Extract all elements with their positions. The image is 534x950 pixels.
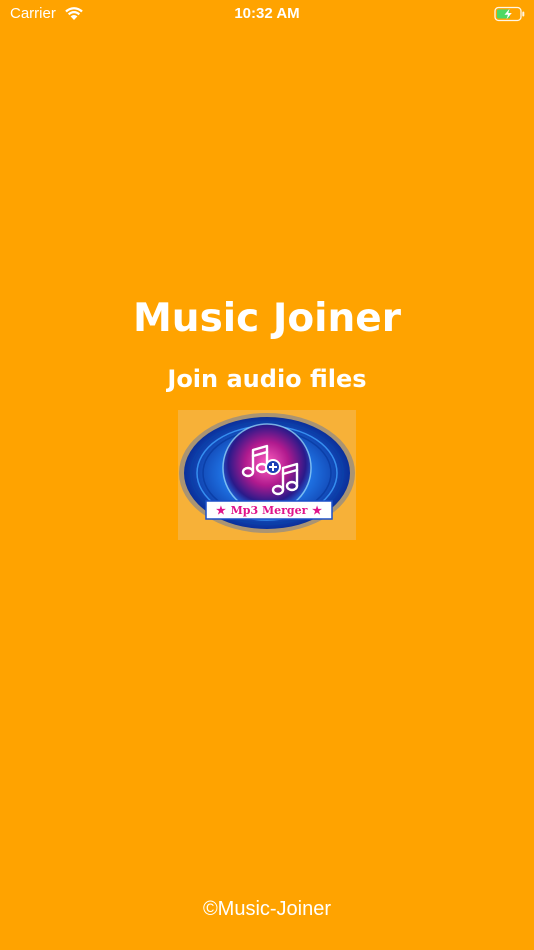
status-bar: Carrier 10:32 AM — [0, 0, 534, 28]
copyright-text: ©Music-Joiner — [202, 898, 332, 920]
app-title: Music Joiner — [133, 296, 401, 341]
logo-banner: ★ Mp3 Merger ★ — [206, 501, 332, 519]
banner-star-right: ★ — [312, 503, 322, 517]
app-subtitle: Join audio files — [167, 365, 367, 393]
banner-star-left: ★ — [216, 503, 226, 517]
logo-banner-text: Mp3 Merger — [230, 503, 308, 517]
music-merge-logo-icon: ★ Mp3 Merger ★ — [178, 410, 356, 540]
status-time: 10:32 AM — [234, 5, 300, 22]
battery-charging-icon — [494, 6, 526, 22]
